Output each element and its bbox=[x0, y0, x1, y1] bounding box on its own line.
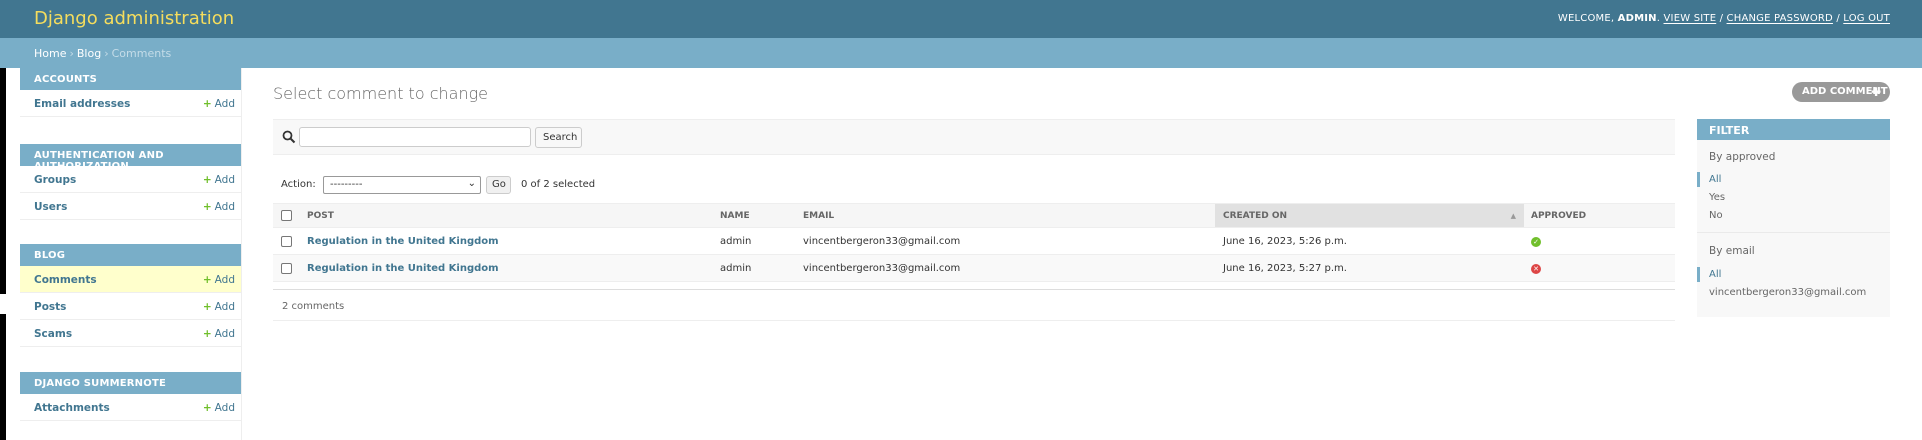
row-checkbox[interactable] bbox=[281, 263, 292, 274]
add-plus-icon: + bbox=[202, 274, 212, 286]
model-link[interactable]: Groups bbox=[34, 174, 76, 186]
selected-indicator bbox=[1697, 172, 1700, 187]
column-email[interactable]: EMAIL bbox=[803, 204, 1003, 227]
sidebar-item-email-addresses: Email addresses + Add bbox=[20, 90, 241, 117]
row-checkbox[interactable] bbox=[281, 236, 292, 247]
add-plus-icon: + bbox=[202, 201, 212, 213]
column-created-on[interactable]: CREATED ON ▲ bbox=[1215, 204, 1524, 227]
created-on-cell: June 16, 2023, 5:26 p.m. bbox=[1223, 236, 1347, 247]
filter-option-email[interactable]: vincentbergeron33@gmail.com bbox=[1709, 287, 1866, 298]
add-plus-icon: + bbox=[202, 98, 212, 110]
actions-bar: Action: --------- ⌄ Go 0 of 2 selected bbox=[273, 174, 873, 196]
left-edge-strip bbox=[0, 68, 6, 440]
result-list: POST NAME EMAIL CREATED ON ▲ APPROVED Reg… bbox=[273, 203, 1675, 282]
change-password-link[interactable]: CHANGE PASSWORD bbox=[1727, 13, 1833, 24]
selection-count: 0 of 2 selected bbox=[521, 179, 596, 190]
post-link[interactable]: Regulation in the United Kingdom bbox=[307, 236, 499, 247]
post-link[interactable]: Regulation in the United Kingdom bbox=[307, 263, 499, 274]
column-post[interactable]: POST bbox=[307, 204, 707, 227]
add-link[interactable]: + Add bbox=[203, 98, 235, 110]
sidebar-item-groups: Groups + Add bbox=[20, 166, 241, 193]
add-link[interactable]: + Add bbox=[203, 328, 235, 340]
name-cell: admin bbox=[720, 263, 752, 274]
model-link[interactable]: Email addresses bbox=[34, 98, 130, 110]
approved-no-icon: ✕ bbox=[1531, 264, 1541, 274]
user-tools: WELCOME, ADMIN. VIEW SITE / CHANGE PASSW… bbox=[1557, 13, 1890, 24]
select-all-checkbox[interactable] bbox=[281, 210, 292, 221]
sidebar-item-posts: Posts + Add bbox=[20, 293, 241, 320]
breadcrumb-home[interactable]: Home bbox=[34, 47, 66, 60]
sidebar-item-comments: Comments + Add bbox=[20, 266, 241, 293]
table-header: POST NAME EMAIL CREATED ON ▲ APPROVED bbox=[273, 203, 1675, 228]
filter-divider bbox=[1697, 232, 1890, 233]
selected-indicator bbox=[1697, 267, 1700, 282]
module-caption[interactable]: AUTHENTICATION AND AUTHORIZATION bbox=[20, 144, 241, 172]
action-label: Action: bbox=[281, 179, 316, 190]
add-link[interactable]: + Add bbox=[203, 174, 235, 186]
paginator: 2 comments bbox=[273, 289, 1675, 321]
filter-heading-email: By email bbox=[1709, 245, 1755, 257]
module-summernote: DJANGO SUMMERNOTE Attachments + Add bbox=[20, 372, 241, 421]
breadcrumb-blog[interactable]: Blog bbox=[77, 47, 101, 60]
view-site-link[interactable]: VIEW SITE bbox=[1664, 13, 1717, 24]
username: ADMIN bbox=[1617, 13, 1657, 24]
go-button[interactable]: Go bbox=[486, 176, 511, 194]
module-accounts: ACCOUNTS Email addresses + Add bbox=[20, 68, 241, 117]
model-link[interactable]: Comments bbox=[34, 274, 97, 286]
filter-caption: FILTER bbox=[1697, 119, 1890, 140]
sidebar-item-attachments: Attachments + Add bbox=[20, 394, 241, 421]
model-link[interactable]: Scams bbox=[34, 328, 72, 340]
sort-ascending-icon[interactable]: ▲ bbox=[1511, 212, 1516, 220]
search-input[interactable] bbox=[299, 127, 531, 147]
add-icon: ✚ bbox=[1870, 85, 1881, 99]
column-name[interactable]: NAME bbox=[720, 204, 800, 227]
filter-option-yes[interactable]: Yes bbox=[1709, 192, 1725, 203]
email-cell: vincentbergeron33@gmail.com bbox=[803, 263, 961, 274]
welcome-text: WELCOME, bbox=[1557, 13, 1615, 24]
log-out-link[interactable]: LOG OUT bbox=[1843, 13, 1890, 24]
add-plus-icon: + bbox=[202, 301, 212, 313]
nav-sidebar: ACCOUNTS Email addresses + Add AUTHENTICA… bbox=[20, 68, 242, 440]
module-auth: AUTHENTICATION AND AUTHORIZATION Groups … bbox=[20, 144, 241, 220]
filter-option-no[interactable]: No bbox=[1709, 210, 1723, 221]
search-icon bbox=[282, 130, 296, 144]
search-button[interactable]: Search bbox=[535, 127, 582, 148]
column-approved[interactable]: APPROVED bbox=[1531, 204, 1631, 227]
sidebar-item-scams: Scams + Add bbox=[20, 320, 241, 347]
site-brand[interactable]: Django administration bbox=[34, 8, 234, 29]
table-row: Regulation in the United Kingdom admin v… bbox=[273, 228, 1675, 255]
module-blog: BLOG Comments + Add Posts + Add Scams + Add bbox=[20, 244, 241, 347]
filter-option-email-all[interactable]: All bbox=[1709, 269, 1721, 280]
chevron-down-icon: ⌄ bbox=[467, 178, 476, 189]
breadcrumb-current: Comments bbox=[111, 47, 172, 60]
model-link[interactable]: Users bbox=[34, 201, 67, 213]
module-caption[interactable]: ACCOUNTS bbox=[20, 68, 241, 90]
filter-heading-approved: By approved bbox=[1709, 151, 1776, 163]
add-link[interactable]: + Add bbox=[203, 301, 235, 313]
table-row: Regulation in the United Kingdom admin v… bbox=[273, 255, 1675, 282]
search-toolbar: Search bbox=[273, 119, 1675, 155]
model-link[interactable]: Attachments bbox=[34, 402, 110, 414]
module-caption[interactable]: DJANGO SUMMERNOTE bbox=[20, 372, 241, 394]
module-caption[interactable]: BLOG bbox=[20, 244, 241, 266]
add-link[interactable]: + Add bbox=[203, 201, 235, 213]
add-link[interactable]: + Add bbox=[203, 274, 235, 286]
approved-yes-icon: ✓ bbox=[1531, 237, 1541, 247]
page-title: Select comment to change bbox=[273, 84, 489, 103]
add-comment-button[interactable]: ADD COMMENT ✚ bbox=[1792, 82, 1890, 102]
email-cell: vincentbergeron33@gmail.com bbox=[803, 236, 961, 247]
add-link[interactable]: + Add bbox=[203, 402, 235, 414]
model-link[interactable]: Posts bbox=[34, 301, 66, 313]
header: Django administration WELCOME, ADMIN. VI… bbox=[0, 0, 1922, 38]
add-plus-icon: + bbox=[202, 402, 212, 414]
name-cell: admin bbox=[720, 236, 752, 247]
action-select[interactable]: --------- ⌄ bbox=[323, 176, 481, 194]
sidebar-item-users: Users + Add bbox=[20, 193, 241, 220]
changelist-filter: FILTER By approved All Yes No By email A… bbox=[1697, 119, 1890, 317]
filter-option-all[interactable]: All bbox=[1709, 174, 1721, 185]
created-on-cell: June 16, 2023, 5:27 p.m. bbox=[1223, 263, 1347, 274]
breadcrumb: Home › Blog › Comments bbox=[0, 38, 1922, 68]
add-plus-icon: + bbox=[202, 174, 212, 186]
add-plus-icon: + bbox=[202, 328, 212, 340]
